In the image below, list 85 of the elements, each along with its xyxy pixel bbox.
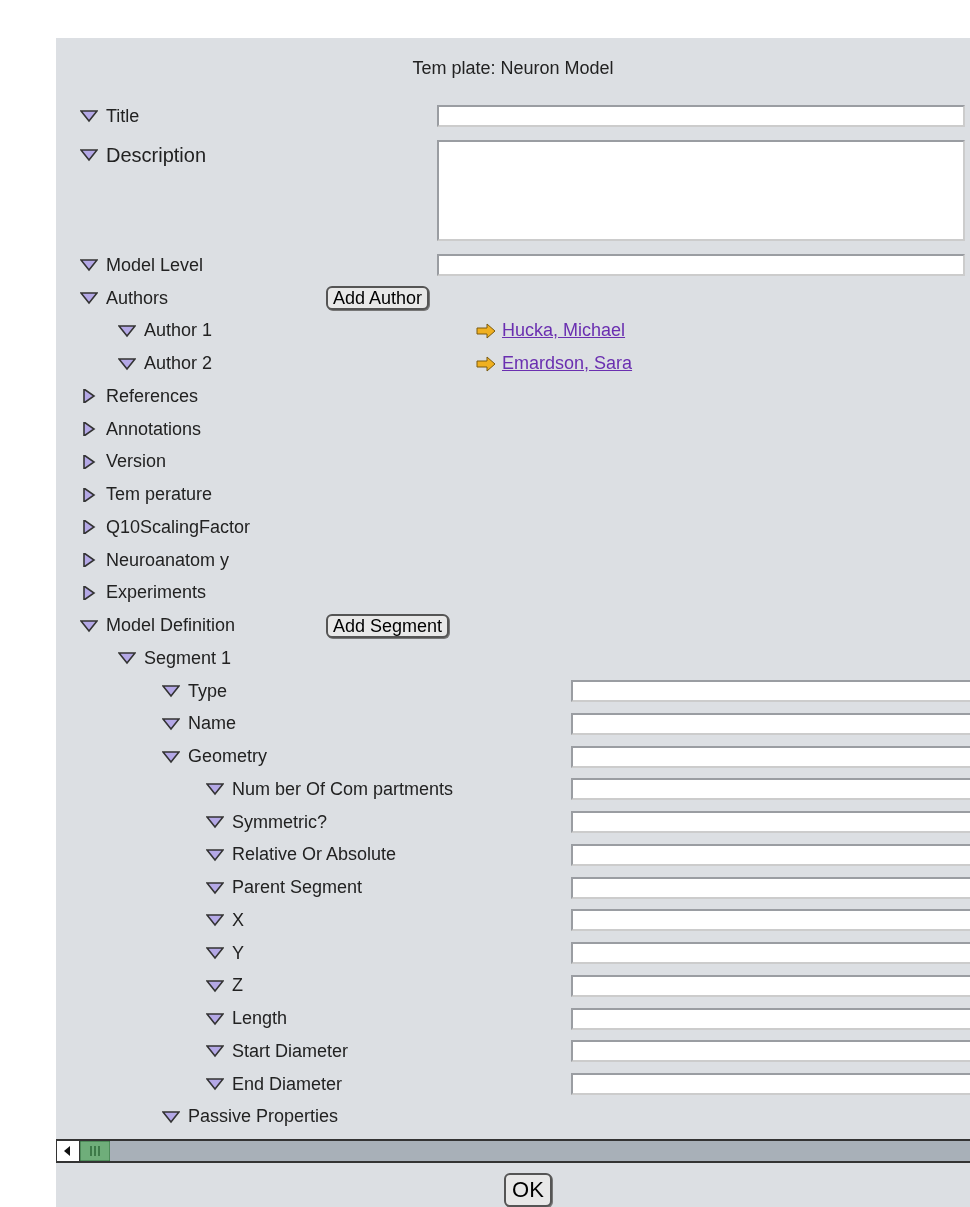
field-label: Start Diameter bbox=[232, 1040, 349, 1062]
expanded-triangle-icon[interactable] bbox=[206, 880, 224, 895]
collapsed-triangle-icon[interactable] bbox=[80, 422, 98, 437]
text-field[interactable] bbox=[571, 712, 970, 735]
field-label: Q10ScalingFactor bbox=[106, 516, 251, 538]
expanded-triangle-icon[interactable] bbox=[80, 148, 98, 162]
field-label: Version bbox=[106, 451, 167, 473]
field-label: Model Definition bbox=[106, 615, 236, 637]
arrow-icon bbox=[476, 355, 496, 372]
expanded-triangle-icon[interactable] bbox=[80, 258, 98, 273]
expanded-triangle-icon[interactable] bbox=[206, 1011, 224, 1026]
field-label: End Diameter bbox=[232, 1073, 343, 1095]
form-title: Tem plate: Neuron Model bbox=[412, 57, 614, 79]
text-field[interactable] bbox=[571, 843, 970, 866]
field-label: Parent Segment bbox=[232, 877, 363, 899]
field-label: Annotations bbox=[106, 418, 202, 440]
field-label: Neuroanatom y bbox=[106, 549, 230, 571]
collapsed-triangle-icon[interactable] bbox=[80, 520, 98, 535]
field-label: Experiments bbox=[106, 582, 207, 604]
text-field[interactable] bbox=[571, 1040, 970, 1063]
field-label: Author 1 bbox=[144, 320, 213, 342]
expanded-triangle-icon[interactable] bbox=[206, 1044, 224, 1059]
text-field[interactable] bbox=[437, 105, 965, 127]
expanded-triangle-icon[interactable] bbox=[162, 1109, 180, 1124]
field-label: Model Level bbox=[106, 254, 204, 276]
scroll-left-icon[interactable] bbox=[57, 1141, 80, 1162]
text-field[interactable] bbox=[571, 942, 970, 965]
expanded-triangle-icon[interactable] bbox=[162, 716, 180, 731]
expanded-triangle-icon[interactable] bbox=[118, 323, 136, 338]
horizontal-scrollbar[interactable] bbox=[56, 1139, 970, 1164]
expanded-triangle-icon[interactable] bbox=[80, 291, 98, 306]
collapsed-triangle-icon[interactable] bbox=[80, 389, 98, 404]
expanded-triangle-icon[interactable] bbox=[206, 847, 224, 862]
expanded-triangle-icon[interactable] bbox=[206, 782, 224, 797]
field-label: Length bbox=[232, 1008, 288, 1030]
collapsed-triangle-icon[interactable] bbox=[80, 553, 98, 568]
text-area[interactable] bbox=[437, 140, 965, 241]
expanded-triangle-icon[interactable] bbox=[206, 913, 224, 928]
collapsed-triangle-icon[interactable] bbox=[80, 487, 98, 502]
collapsed-triangle-icon[interactable] bbox=[80, 585, 98, 600]
text-field[interactable] bbox=[571, 876, 970, 899]
expanded-triangle-icon[interactable] bbox=[206, 978, 224, 993]
expanded-triangle-icon[interactable] bbox=[206, 946, 224, 961]
field-label: Tem perature bbox=[106, 484, 213, 506]
expanded-triangle-icon[interactable] bbox=[118, 651, 136, 666]
expanded-triangle-icon[interactable] bbox=[162, 749, 180, 764]
scroll-thumb-icon[interactable] bbox=[80, 1141, 110, 1162]
author-link[interactable]: Emardson, Sara bbox=[502, 353, 633, 375]
field-label: Y bbox=[232, 942, 244, 964]
field-label: Authors bbox=[106, 287, 169, 309]
field-label: Title bbox=[106, 105, 140, 127]
field-label: References bbox=[106, 385, 199, 407]
field-label: Type bbox=[188, 680, 228, 702]
text-field[interactable] bbox=[571, 811, 970, 834]
field-label: Geometry bbox=[188, 746, 268, 768]
expanded-triangle-icon[interactable] bbox=[80, 618, 98, 633]
field-label: Description bbox=[106, 144, 207, 167]
field-label: X bbox=[232, 909, 244, 931]
ok-button[interactable]: OK bbox=[504, 1173, 552, 1207]
expanded-triangle-icon[interactable] bbox=[206, 815, 224, 830]
field-label: Num ber Of Com partments bbox=[232, 778, 454, 800]
text-field[interactable] bbox=[571, 974, 970, 997]
text-field[interactable] bbox=[571, 1073, 970, 1096]
field-label: Author 2 bbox=[144, 353, 213, 375]
field-label: Relative Or Absolute bbox=[232, 844, 397, 866]
text-field[interactable] bbox=[571, 745, 970, 768]
field-label: Z bbox=[232, 975, 243, 997]
expanded-triangle-icon[interactable] bbox=[118, 356, 136, 371]
field-label: Name bbox=[188, 713, 236, 735]
field-label: Symmetric? bbox=[232, 811, 327, 833]
expanded-triangle-icon[interactable] bbox=[162, 684, 180, 699]
expanded-triangle-icon[interactable] bbox=[206, 1077, 224, 1092]
text-field[interactable] bbox=[571, 778, 970, 801]
add-button[interactable]: Add Segment bbox=[326, 613, 450, 638]
field-label: Passive Properties bbox=[188, 1106, 339, 1128]
expanded-triangle-icon[interactable] bbox=[80, 109, 98, 123]
arrow-icon bbox=[476, 322, 496, 339]
text-field[interactable] bbox=[571, 1007, 970, 1030]
text-field[interactable] bbox=[571, 680, 970, 703]
add-button[interactable]: Add Author bbox=[326, 286, 430, 311]
author-link[interactable]: Hucka, Michael bbox=[502, 320, 626, 342]
field-label: Segment 1 bbox=[144, 647, 232, 669]
text-field[interactable] bbox=[437, 254, 965, 277]
collapsed-triangle-icon[interactable] bbox=[80, 454, 98, 469]
text-field[interactable] bbox=[571, 909, 970, 932]
